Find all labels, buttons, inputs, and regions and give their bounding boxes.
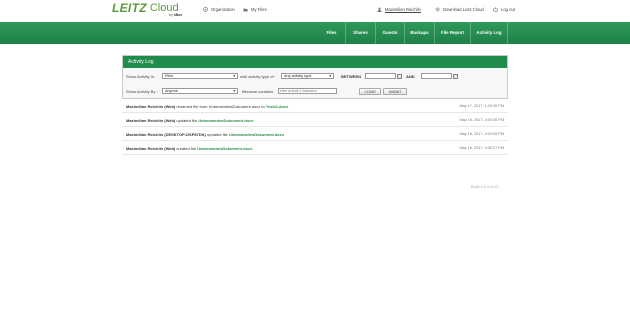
nav-download[interactable]: Download Leitz Cloud [435, 7, 484, 12]
activity-timestamp: May 16, 2017, 4:02:27 PM [459, 146, 504, 150]
activity-log-panel: Activity Log Show Activity In : Files ▼ … [122, 55, 508, 99]
show-activity-in-label: Show Activity In : [126, 74, 157, 79]
activity-action: created file [175, 146, 198, 151]
activity-timestamp: May 17, 2017, 1:00:36 PM [459, 104, 504, 108]
list-item: Maximilian Reichlin (Web) renamed file f… [122, 101, 508, 113]
main-menu: Files Shares Guests Backups File Report … [0, 22, 630, 44]
activity-file-link[interactable]: UnbenanntesDokument.docx [229, 132, 284, 137]
filename-input[interactable]: enter at least 4 characters [278, 88, 337, 94]
activity-type-label: with activity type of : [240, 74, 276, 79]
nav-user-label: Maximilian Reichlin [385, 7, 421, 12]
nav-organization-label: Organization [211, 7, 235, 12]
gear-icon [435, 7, 440, 12]
chevron-down-icon: ▼ [232, 74, 236, 78]
show-activity-in-select[interactable]: Files ▼ [162, 73, 238, 79]
list-item: Maximilian Reichlin (Web) created file U… [122, 143, 508, 155]
start-date-input[interactable] [365, 73, 396, 79]
leitz-cloud-logo[interactable]: LEITZ Cloud by xBox [112, 1, 183, 20]
logout-icon [493, 7, 498, 12]
activity-description: Maximilian Reichlin (DESKTOP-DSP87DK) up… [126, 132, 284, 137]
chevron-down-icon: ▼ [328, 74, 332, 78]
menu-guests[interactable]: Guests [375, 22, 404, 44]
between-label: BETWEEN [341, 74, 361, 79]
activity-file-link[interactable]: UnbenanntesDokument.docx [198, 118, 253, 123]
logo-brand: LEITZ [112, 1, 147, 15]
menu-file-report[interactable]: File Report [434, 22, 470, 44]
chevron-down-icon: ▼ [232, 89, 236, 93]
organization-icon [203, 7, 208, 12]
submit-button[interactable]: SUBMIT [383, 87, 407, 95]
activity-file-link[interactable]: UnbenanntesDokument.docx [197, 146, 252, 151]
list-item: Maximilian Reichlin (DESKTOP-DSP87DK) up… [122, 129, 508, 141]
show-activity-by-value: Anyone [165, 89, 178, 93]
nav-my-files[interactable]: My Files [243, 7, 267, 12]
show-activity-in-value: Files [165, 74, 174, 78]
activity-action: updated file [175, 118, 199, 123]
panel-title: Activity Log [123, 56, 507, 68]
menu-files[interactable]: Files [318, 22, 345, 44]
nav-download-label: Download Leitz Cloud [443, 7, 484, 12]
nav-organization[interactable]: Organization [203, 7, 235, 12]
clear-button[interactable]: CLEAR [359, 87, 381, 95]
activity-timestamp: May 16, 2017, 4:03:36 PM [459, 118, 504, 122]
menu-shares[interactable]: Shares [345, 22, 375, 44]
activity-description: Maximilian Reichlin (Web) renamed file f… [126, 104, 288, 109]
and-label: AND [406, 74, 415, 79]
activity-user: Maximilian Reichlin (Web) [126, 104, 176, 109]
show-activity-by-select[interactable]: Anyone ▼ [162, 88, 238, 94]
show-activity-by-label: Show Activity By : [126, 89, 158, 94]
filename-placeholder: enter at least 4 characters [280, 89, 317, 93]
activity-type-value: Any activity type [284, 74, 312, 78]
activity-action: renamed file from UnbenanntesDokument.do… [175, 104, 266, 109]
activity-type-select[interactable]: Any activity type ▼ [281, 73, 334, 79]
activity-action: updated file [205, 132, 229, 137]
activity-user: Maximilian Reichlin (DESKTOP-DSP87DK) [126, 132, 206, 137]
activity-user: Maximilian Reichlin (Web) [126, 118, 176, 123]
folder-icon [243, 8, 248, 12]
end-date-input[interactable] [421, 73, 452, 79]
nav-logout[interactable]: Log out [493, 7, 515, 12]
list-item: Maximilian Reichlin (Web) updated file U… [122, 115, 508, 127]
activity-description: Maximilian Reichlin (Web) created file U… [126, 146, 252, 151]
user-icon [377, 7, 382, 12]
calendar-icon[interactable] [453, 73, 458, 79]
filename-contains-label: filename contains [242, 89, 274, 94]
nav-user[interactable]: Maximilian Reichlin [377, 7, 421, 12]
nav-logout-label: Log out [501, 7, 515, 12]
nav-my-files-label: My Files [251, 7, 267, 12]
activity-description: Maximilian Reichlin (Web) updated file U… [126, 118, 254, 123]
calendar-icon[interactable] [397, 73, 402, 79]
top-header: LEITZ Cloud by xBox Organization My File… [0, 0, 630, 22]
menu-activity-log[interactable]: Activity Log [470, 22, 508, 44]
logo-by-text: by xBox [169, 13, 183, 17]
build-version: Build 2.5.4.1075 [471, 185, 499, 189]
activity-user: Maximilian Reichlin (Web) [126, 146, 176, 151]
menu-backups[interactable]: Backups [404, 22, 434, 44]
activity-timestamp: May 16, 2017, 4:03:08 PM [459, 132, 504, 136]
activity-file-link[interactable]: Test11.docx [266, 104, 289, 109]
